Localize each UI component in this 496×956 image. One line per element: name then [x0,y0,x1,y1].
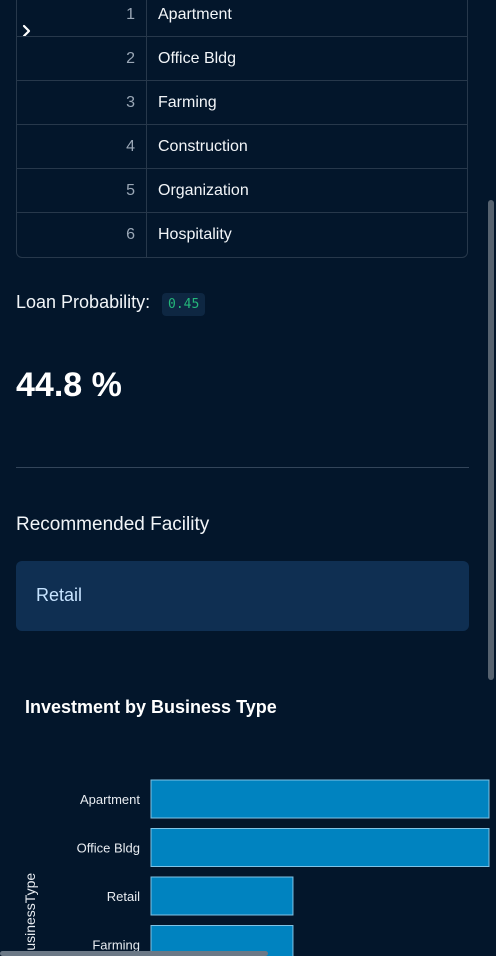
table-row[interactable]: 4 Construction [17,125,467,169]
business-type-table[interactable]: 1 Apartment 2 Office Bldg 3 Farming 4 Co… [16,0,468,258]
chart-title: Investment by Business Type [25,697,277,717]
loan-probability-percent: 44.8 % [16,366,122,404]
table-row[interactable]: 6 Hospitality [17,213,467,257]
row-value: Construction [158,138,248,155]
row-value: Organization [158,182,249,199]
bar-office-bldg[interactable] [150,828,490,867]
loan-probability-label: Loan Probability: [16,292,151,312]
category-tick-label: Office Bldg [77,841,140,856]
table-row[interactable]: 3 Farming [17,81,467,125]
row-value: Apartment [158,6,232,23]
row-index: 4 [17,125,147,169]
bar-apartment[interactable] [150,779,490,819]
category-tick-label: Apartment [80,792,140,807]
row-index: 5 [17,169,147,213]
table-row[interactable]: 5 Organization [17,169,467,213]
category-tick-label: Retail [107,889,140,904]
horizontal-scrollbar[interactable] [0,951,268,956]
table-row[interactable]: 2 Office Bldg [17,37,467,81]
row-value: Office Bldg [158,50,236,67]
loan-probability-code: 0.45 [162,293,206,316]
row-value: Hospitality [158,226,232,243]
table-row[interactable]: 1 Apartment [17,0,467,37]
recommended-facility-box: Retail [16,561,469,631]
row-index: 2 [17,37,147,81]
section-divider [16,467,469,468]
row-value: Farming [158,94,217,111]
vertical-scrollbar[interactable] [488,200,494,680]
recommended-facility-value: Retail [36,585,83,605]
row-index: 1 [17,0,147,37]
investment-bar-chart[interactable]: ApartmentOffice BldgRetailFarmingBusines… [0,760,496,956]
row-index: 6 [17,213,147,257]
bar-retail[interactable] [150,876,294,916]
row-index: 3 [17,81,147,125]
y-axis-label: BusinessType [22,873,38,956]
recommended-facility-heading: Recommended Facility [16,514,210,535]
